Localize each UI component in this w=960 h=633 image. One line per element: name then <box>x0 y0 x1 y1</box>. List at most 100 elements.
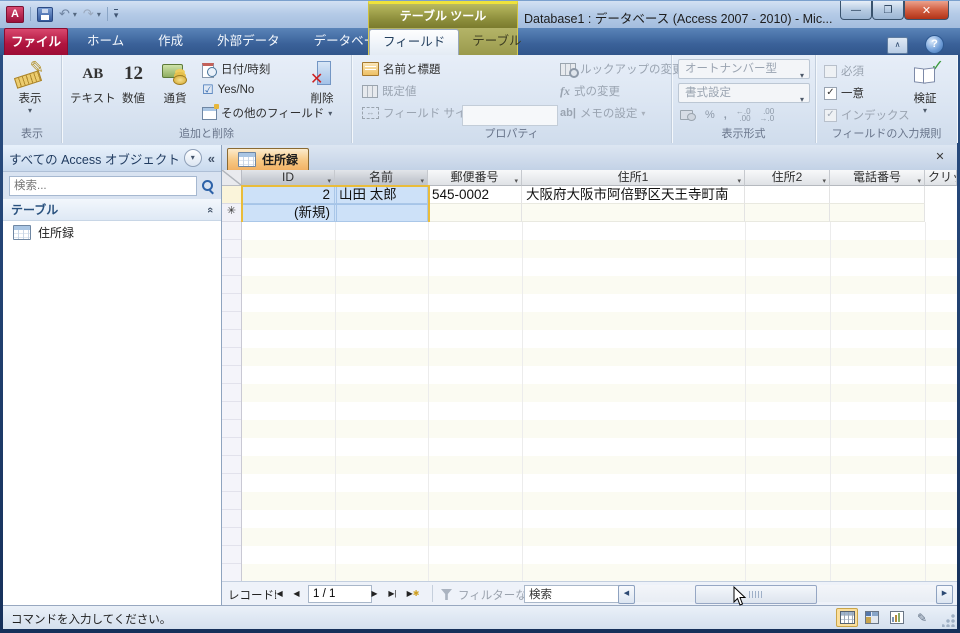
filter-icon[interactable] <box>441 589 452 600</box>
filter-dropdown-icon[interactable]: ▾ <box>327 174 331 185</box>
tab-table[interactable]: テーブル <box>459 28 534 55</box>
nav-group-tables[interactable]: テーブル « <box>3 199 221 221</box>
first-record-icon[interactable]: |◀ <box>270 586 287 601</box>
decrease-decimals-icon[interactable]: .00 →.0 <box>760 108 775 123</box>
customize-qat-icon[interactable]: ▾ <box>113 9 119 20</box>
field-size-input[interactable] <box>462 105 558 126</box>
filter-dropdown-icon[interactable]: ▾ <box>917 174 921 185</box>
scroll-right-icon[interactable]: ▶ <box>936 585 953 604</box>
pivotchart-view-button[interactable] <box>886 608 908 627</box>
column-header-address1[interactable]: 住所1 ▾ <box>522 170 745 186</box>
row-selector[interactable] <box>222 186 242 204</box>
last-record-icon[interactable]: ▶| <box>384 586 401 601</box>
cell-address1[interactable]: 大阪府大阪市阿倍野区天王寺町南 <box>522 186 745 204</box>
number-field-button[interactable]: 12 数値 <box>122 58 145 106</box>
design-view-button[interactable]: ✎ <box>911 608 933 627</box>
undo-icon[interactable]: ↶ <box>59 7 70 21</box>
cell-postal[interactable]: 545-0002 <box>428 186 522 204</box>
minimize-button[interactable]: — <box>840 1 872 20</box>
checkbox-unchecked-icon <box>824 64 837 78</box>
column-header-id[interactable]: ID ▾ <box>242 170 335 186</box>
ribbon-group-formatting: オートナンバー型 ▾ 書式設定 ▾ % , ←.0.00 .00 →.0 表示形式 <box>672 55 816 143</box>
tab-create[interactable]: 作成 <box>141 28 200 55</box>
tab-fields[interactable]: フィールド <box>369 29 460 55</box>
document-tab-active[interactable]: 住所録 <box>227 148 310 170</box>
filter-dropdown-icon[interactable]: ▾ <box>514 174 518 185</box>
navigation-pane-header[interactable]: すべての Access オブジェクト ▾ « <box>3 145 221 172</box>
search-icon[interactable] <box>201 179 215 193</box>
memo-settings-button[interactable]: ab| メモの設定 ▾ <box>560 105 645 121</box>
next-record-icon[interactable]: ▶ <box>366 586 383 601</box>
save-icon[interactable] <box>37 6 53 22</box>
format-combo[interactable]: 書式設定 ▾ <box>678 83 810 104</box>
nav-pane-menu-icon[interactable]: ▾ <box>183 149 202 167</box>
required-checkbox[interactable]: 必須 <box>824 63 864 79</box>
access-app-icon[interactable]: A <box>6 5 24 23</box>
new-row-selector[interactable]: ✳ <box>222 204 242 222</box>
select-all-cell[interactable] <box>222 170 242 186</box>
data-type-combo[interactable]: オートナンバー型 ▾ <box>678 59 810 80</box>
minimize-ribbon-icon[interactable]: ∧ <box>887 37 908 54</box>
close-document-icon[interactable]: ✕ <box>931 149 949 167</box>
text-field-button[interactable]: AB テキスト <box>70 58 116 106</box>
nav-item-table[interactable]: 住所録 <box>3 221 221 243</box>
tab-external-data[interactable]: 外部データ <box>200 28 297 55</box>
filter-dropdown-icon[interactable]: ▾ <box>420 174 424 185</box>
contextual-tabs: フィールド テーブル <box>368 28 522 55</box>
filter-dropdown-icon[interactable]: ▾ <box>737 174 741 185</box>
apply-currency-icon[interactable] <box>680 109 696 121</box>
new-record-cell[interactable] <box>335 204 428 222</box>
scroll-left-icon[interactable]: ◀ <box>618 585 635 604</box>
column-header-name[interactable]: 名前 ▾ <box>335 170 428 186</box>
view-button[interactable]: ✎ 表示 ▾ <box>13 58 45 115</box>
new-record-icon[interactable]: ▶✱ <box>402 586 424 601</box>
previous-record-icon[interactable]: ◀ <box>288 586 305 601</box>
help-icon[interactable]: ? <box>925 35 944 54</box>
name-caption-button[interactable]: 名前と標題 <box>362 61 441 77</box>
percent-icon[interactable]: % <box>705 109 715 121</box>
modify-expression-button[interactable]: fx 式の変更 <box>560 83 620 99</box>
new-record-cell[interactable] <box>830 204 925 222</box>
indexed-checkbox[interactable]: ✓ インデックス <box>824 107 910 123</box>
default-value-button[interactable]: 既定値 <box>362 83 417 99</box>
currency-field-button[interactable]: 通貨 <box>162 58 188 106</box>
more-fields-button[interactable]: その他のフィールド ▾ <box>202 103 332 121</box>
new-record-cell[interactable] <box>428 204 522 222</box>
cell-name[interactable]: 山田 太郎 <box>335 186 428 204</box>
comma-icon[interactable]: , <box>724 109 727 121</box>
new-record-cell[interactable] <box>522 204 745 222</box>
tab-home[interactable]: ホーム <box>70 28 141 55</box>
column-header-address2[interactable]: 住所2 ▾ <box>745 170 830 186</box>
new-record-cell[interactable] <box>745 204 830 222</box>
close-button[interactable]: ✕ <box>904 1 949 20</box>
new-record-cell[interactable]: (新規) <box>242 204 335 222</box>
field-size-button[interactable]: ↔ フィールド サイズ <box>362 105 478 121</box>
horizontal-scrollbar-thumb[interactable] <box>695 585 817 604</box>
unique-checkbox[interactable]: ✓ 一意 <box>824 85 864 101</box>
shutter-bar-close-icon[interactable]: « <box>208 151 215 166</box>
cell-phone[interactable] <box>830 186 925 204</box>
pivottable-view-button[interactable] <box>861 608 883 627</box>
filter-dropdown-icon[interactable]: ▾ <box>822 174 826 185</box>
column-header-phone[interactable]: 電話番号 ▾ <box>830 170 925 186</box>
redo-dropdown-icon[interactable]: ▾ <box>97 10 101 19</box>
collapse-group-icon[interactable]: « <box>204 206 216 212</box>
delete-button[interactable]: 削除 <box>310 58 334 106</box>
modify-lookups-button[interactable]: ルックアップの変更 <box>560 61 684 78</box>
record-position-input[interactable] <box>308 585 372 603</box>
maximize-button[interactable]: ❐ <box>872 1 904 20</box>
yesno-field-button[interactable]: ☑ Yes/No <box>202 83 254 96</box>
column-header-add-field[interactable]: クリックして追加 <box>925 170 957 186</box>
increase-decimals-icon[interactable]: ←.0.00 <box>736 108 751 123</box>
cell-id[interactable]: 2 <box>242 186 335 204</box>
datetime-field-button[interactable]: 日付/時刻 <box>202 61 270 78</box>
resize-grip[interactable] <box>942 614 955 627</box>
cell-address2[interactable] <box>745 186 830 204</box>
datasheet-view-button[interactable] <box>836 608 858 627</box>
redo-icon[interactable]: ↷ <box>83 7 94 21</box>
undo-dropdown-icon[interactable]: ▾ <box>73 10 77 19</box>
nav-search-input[interactable] <box>9 175 197 196</box>
tab-file[interactable]: ファイル <box>4 28 68 56</box>
validation-button[interactable]: ✓ 検証 ▾ <box>912 58 945 115</box>
column-header-postal[interactable]: 郵便番号 ▾ <box>428 170 522 186</box>
